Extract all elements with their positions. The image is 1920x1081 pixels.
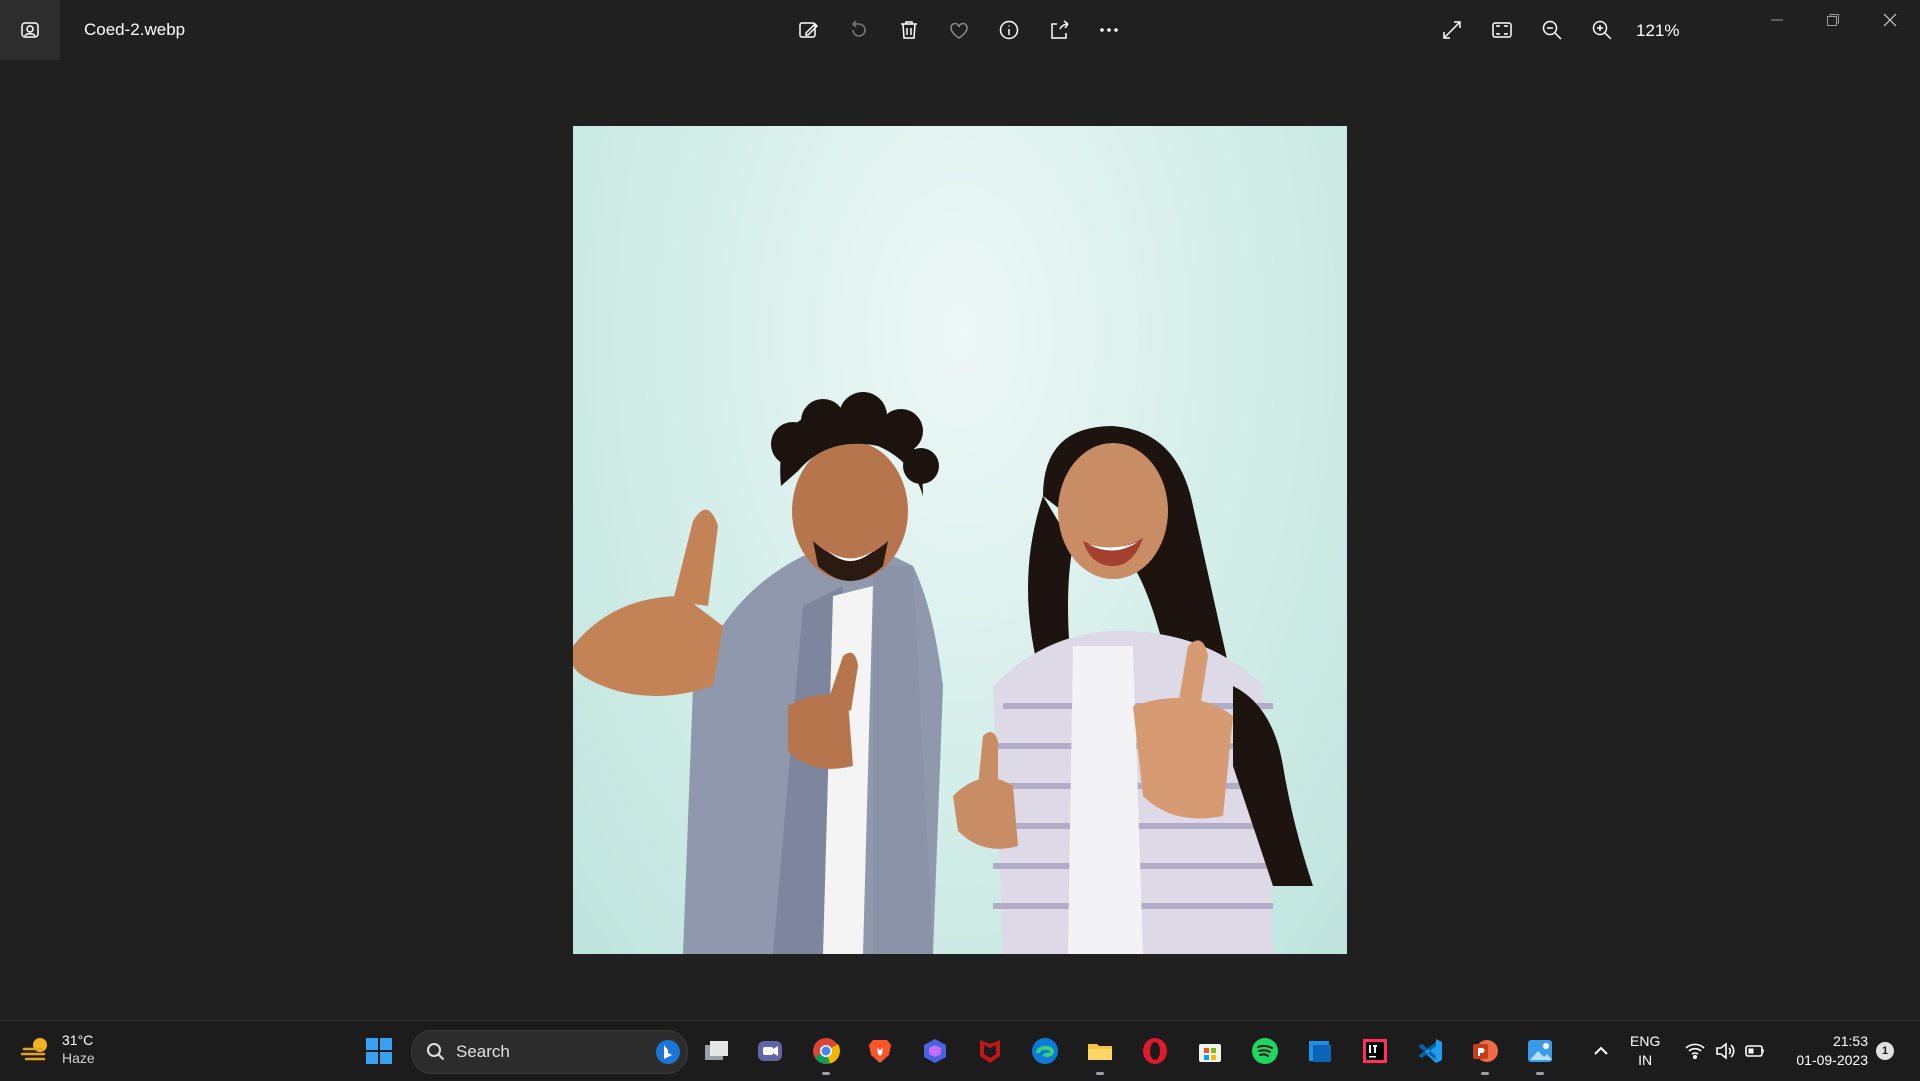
- teams-chat-button[interactable]: [750, 1031, 790, 1071]
- zoom-in-button[interactable]: [1584, 12, 1620, 48]
- folder-icon: [1088, 1044, 1112, 1060]
- weather-temperature: 31°C: [62, 1032, 94, 1048]
- mcafee-button[interactable]: [970, 1031, 1010, 1071]
- spotify-button[interactable]: [1245, 1031, 1285, 1071]
- brave-icon: [869, 1040, 891, 1063]
- edit-image-button[interactable]: [791, 12, 827, 48]
- full-screen-icon: [1443, 21, 1461, 39]
- chrome-icon: [813, 1038, 840, 1064]
- copilot-icon: [924, 1039, 946, 1063]
- task-view-button[interactable]: [696, 1031, 736, 1071]
- sun-haze-icon: [20, 1038, 47, 1061]
- restore-button[interactable]: [1810, 4, 1856, 36]
- man-figure: [573, 392, 943, 954]
- photos-app-icon[interactable]: [0, 0, 60, 60]
- running-indicator: [1481, 1072, 1489, 1075]
- file-name: Coed-2.webp: [84, 20, 186, 39]
- mcafee-icon: [980, 1040, 1000, 1063]
- microsoft-store-button[interactable]: [1190, 1031, 1230, 1071]
- info-button[interactable]: [991, 12, 1027, 48]
- fit-to-window-icon: [1492, 22, 1512, 38]
- edge-icon: [1032, 1038, 1058, 1064]
- rotate-icon: [851, 20, 866, 37]
- share-button[interactable]: [1041, 12, 1077, 48]
- copilot-button[interactable]: [915, 1031, 955, 1071]
- more-options-button[interactable]: [1091, 12, 1127, 48]
- restore-icon: [1827, 14, 1839, 26]
- close-button[interactable]: [1867, 4, 1913, 36]
- vscode-button[interactable]: [1410, 1031, 1450, 1071]
- zoom-out-button[interactable]: [1534, 12, 1570, 48]
- weather-condition: Haze: [62, 1050, 95, 1066]
- edit-image-icon: [799, 22, 819, 38]
- clock[interactable]: 21:53 01-09-2023: [1784, 1032, 1868, 1070]
- taskbar-search[interactable]: Search: [411, 1030, 688, 1074]
- zoom-in-icon: [1592, 20, 1612, 40]
- chevron-up-icon: [1594, 1046, 1608, 1055]
- running-indicator: [822, 1072, 830, 1075]
- show-hidden-icons-button[interactable]: [1581, 1031, 1621, 1071]
- title-bar: Coed-2.webp 121%: [0, 0, 1920, 60]
- intellij-button[interactable]: [1355, 1031, 1395, 1071]
- clock-date: 01-09-2023: [1796, 1052, 1868, 1068]
- language-code: ENG: [1630, 1033, 1661, 1049]
- volume-icon: [1716, 1042, 1735, 1060]
- system-tray-status[interactable]: [1684, 1021, 1766, 1081]
- opera-button[interactable]: [1135, 1031, 1175, 1071]
- running-indicator: [1096, 1072, 1104, 1075]
- delete-icon: [901, 21, 917, 39]
- share-icon: [1051, 20, 1069, 39]
- search-label: Search: [456, 1042, 510, 1061]
- minimize-button[interactable]: [1754, 4, 1800, 36]
- vscode-icon: [1418, 1039, 1442, 1063]
- clock-time: 21:53: [1832, 1033, 1868, 1049]
- powerpoint-icon: [1473, 1040, 1498, 1062]
- taskbar: 31°C Haze Search ENG IN 21:53 01-09-2023…: [0, 1020, 1920, 1081]
- notes-app-button[interactable]: [1300, 1031, 1340, 1071]
- zoom-level[interactable]: 121%: [1636, 21, 1679, 41]
- battery-icon: [1745, 1045, 1764, 1057]
- weather-widget[interactable]: 31°C Haze: [20, 1031, 95, 1067]
- edge-button[interactable]: [1025, 1031, 1065, 1071]
- close-icon: [1883, 13, 1897, 27]
- brave-button[interactable]: [860, 1031, 900, 1071]
- start-button[interactable]: [359, 1031, 399, 1071]
- minimize-icon: [1771, 19, 1783, 21]
- full-screen-button[interactable]: [1434, 12, 1470, 48]
- powerpoint-button[interactable]: [1465, 1031, 1505, 1075]
- windows-logo-icon: [366, 1038, 392, 1064]
- woman-figure: [953, 426, 1313, 954]
- favorite-button[interactable]: [941, 12, 977, 48]
- more-options-icon: [1100, 28, 1118, 32]
- rotate-button[interactable]: [841, 12, 877, 48]
- teams-chat-icon: [758, 1041, 782, 1061]
- intellij-icon: [1363, 1039, 1387, 1063]
- photos-icon: [1528, 1040, 1552, 1062]
- displayed-photo: [573, 126, 1347, 954]
- favorite-icon: [950, 22, 968, 39]
- spotify-icon: [1252, 1038, 1278, 1064]
- fit-to-window-button[interactable]: [1484, 12, 1520, 48]
- info-icon: [999, 20, 1019, 40]
- region-code: IN: [1638, 1052, 1653, 1068]
- store-icon: [1199, 1044, 1221, 1062]
- bing-icon: [656, 1040, 680, 1064]
- task-view-icon: [705, 1041, 728, 1060]
- chrome-button[interactable]: [806, 1031, 846, 1075]
- file-explorer-button[interactable]: [1080, 1031, 1120, 1075]
- notes-icon: [1309, 1041, 1331, 1062]
- running-indicator: [1536, 1072, 1544, 1075]
- zoom-out-icon: [1542, 20, 1562, 40]
- delete-button[interactable]: [891, 12, 927, 48]
- opera-icon: [1143, 1038, 1167, 1064]
- search-icon: [427, 1043, 445, 1061]
- language-indicator[interactable]: ENG IN: [1630, 1032, 1660, 1070]
- photos-button[interactable]: [1520, 1031, 1560, 1075]
- notification-badge[interactable]: 1: [1876, 1042, 1894, 1060]
- wifi-icon: [1685, 1043, 1705, 1060]
